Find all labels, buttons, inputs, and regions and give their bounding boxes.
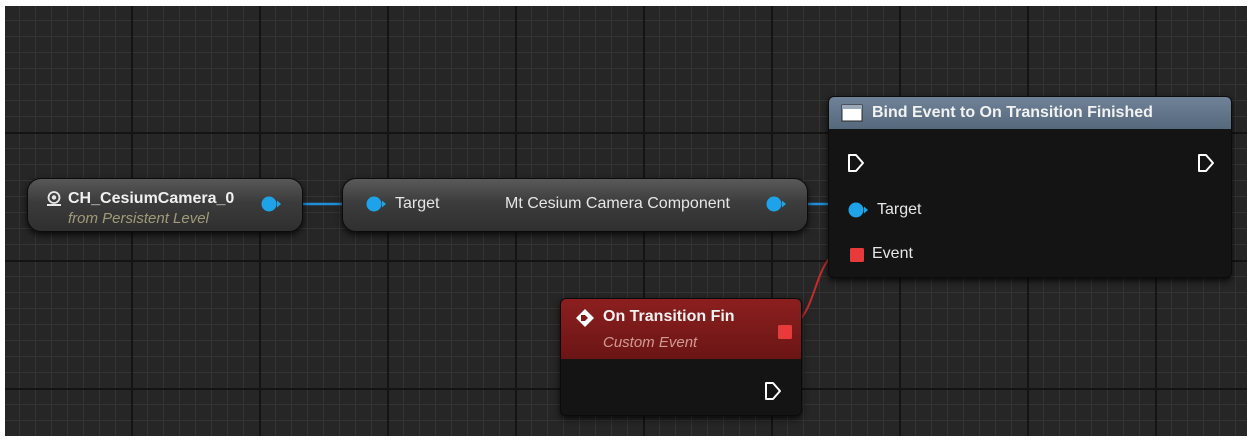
event-exec-output-pin[interactable] [764,381,782,401]
custom-event-node[interactable]: On Transition Fin Custom Event [560,298,802,416]
event-node-subtitle: Custom Event [603,334,698,351]
actor-node-subtitle: from Persistent Level [68,210,209,227]
bind-event-delegate-pin[interactable] [849,247,865,263]
bind-target-label: Target [877,201,922,218]
event-node-title: On Transition Fin [603,308,735,325]
getter-target-label: Target [395,195,440,212]
component-getter-node[interactable]: Target Mt Cesium Camera Component [342,178,808,232]
function-node-icon [841,104,863,122]
getter-output-pin[interactable] [765,195,787,213]
event-delegate-output-pin[interactable] [777,324,793,340]
getter-output-label: Mt Cesium Camera Component [505,195,730,212]
bind-exec-input-pin[interactable] [847,153,865,173]
bind-event-label: Event [872,245,913,262]
bind-node-title: Bind Event to On Transition Finished [872,104,1153,121]
event-diamond-icon [576,309,594,327]
actor-node-title: CH_CesiumCamera_0 [68,190,235,207]
bind-target-pin[interactable] [847,201,869,219]
actor-reference-node[interactable]: CH_CesiumCamera_0 from Persistent Level [27,178,303,232]
bind-node-header: Bind Event to On Transition Finished [829,97,1231,129]
bind-event-node[interactable]: Bind Event to On Transition Finished Tar… [828,96,1232,278]
actor-output-pin[interactable] [260,195,282,213]
getter-target-pin[interactable] [365,195,387,213]
blueprint-graph-canvas[interactable]: CH_CesiumCamera_0 from Persistent Level … [5,6,1247,436]
event-node-header: On Transition Fin Custom Event [561,299,801,359]
bind-exec-output-pin[interactable] [1197,153,1215,173]
actor-reference-icon [47,191,61,206]
